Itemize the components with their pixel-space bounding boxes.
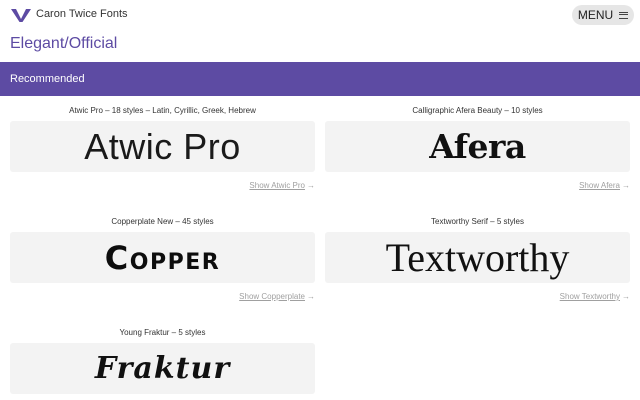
font-sample: Atwic Pro <box>84 125 241 167</box>
section-band: Recommended <box>0 62 640 96</box>
show-font-link[interactable]: Show Afera → <box>579 181 630 190</box>
font-sample: Fraktur <box>94 351 231 386</box>
show-font-link[interactable]: Show Copperplate → <box>239 292 315 301</box>
caron-logo-icon[interactable] <box>10 7 32 23</box>
top-bar: Caron Twice Fonts MENU <box>0 0 640 30</box>
arrow-right-icon: → <box>307 181 315 190</box>
arrow-right-icon: → <box>307 292 315 301</box>
menu-label: MENU <box>577 8 614 22</box>
font-sample: Copper <box>104 238 221 277</box>
arrow-right-icon: → <box>622 292 630 301</box>
page-title: Elegant/Official <box>10 35 118 52</box>
font-sample-box[interactable]: Copper <box>10 232 315 283</box>
font-sample-box[interactable]: Textworthy <box>325 232 630 283</box>
font-meta: Atwic Pro – 18 styles – Latin, Cyrillic,… <box>69 106 256 115</box>
font-sample-box[interactable]: Afera <box>325 121 630 172</box>
arrow-right-icon: → <box>622 181 630 190</box>
font-meta: Copperplate New – 45 styles <box>111 217 214 226</box>
section-label: Recommended <box>10 73 85 85</box>
brand-name[interactable]: Caron Twice Fonts <box>36 8 128 20</box>
font-sample-box[interactable]: Atwic Pro <box>10 121 315 172</box>
font-sample-box[interactable]: Fraktur <box>10 343 315 394</box>
show-font-link[interactable]: Show Atwic Pro → <box>249 181 315 190</box>
font-sample: Afera <box>429 127 526 166</box>
menu-button[interactable]: MENU <box>572 5 634 25</box>
hamburger-icon <box>619 11 629 19</box>
font-meta: Textworthy Serif – 5 styles <box>431 217 524 226</box>
font-meta: Young Fraktur – 5 styles <box>119 328 206 337</box>
font-meta: Calligraphic Afera Beauty – 10 styles <box>412 106 543 115</box>
font-sample: Textworthy <box>385 235 570 280</box>
show-font-link[interactable]: Show Textworthy → <box>560 292 630 301</box>
